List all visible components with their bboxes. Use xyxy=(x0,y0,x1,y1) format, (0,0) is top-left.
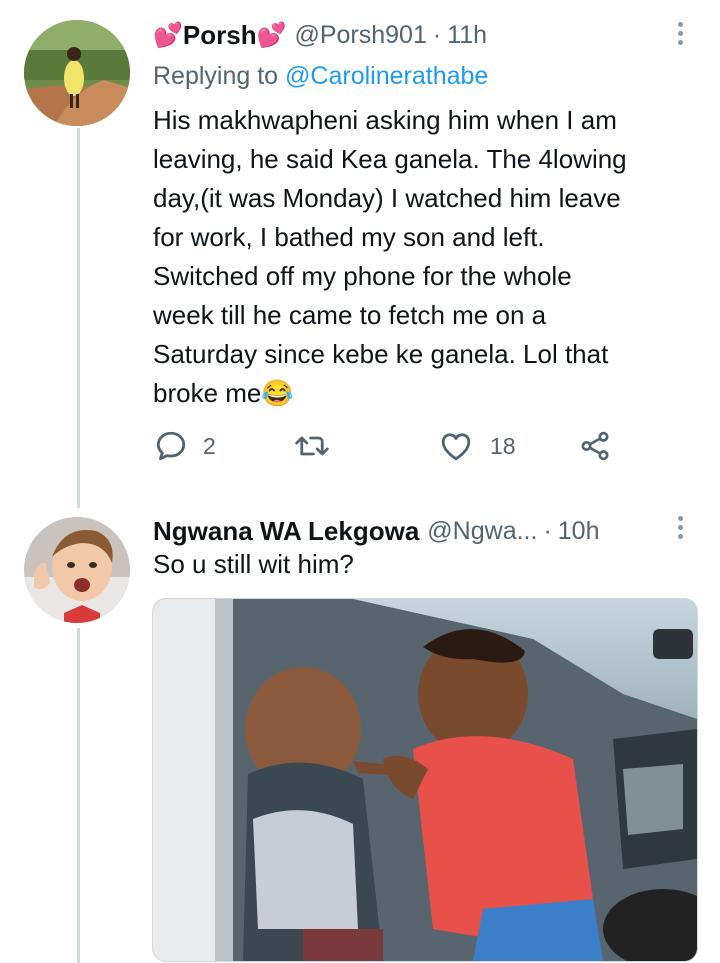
replying-to-link[interactable]: @Carolinerathabe xyxy=(285,62,488,90)
time-separator-2: · xyxy=(543,516,552,545)
avatar-image-2 xyxy=(24,517,130,623)
photo-image xyxy=(153,599,697,961)
share-button[interactable] xyxy=(578,428,612,464)
avatar-ngwana[interactable] xyxy=(24,517,130,623)
user-handle-2[interactable]: @Ngwa... xyxy=(427,517,537,546)
retweet-button[interactable] xyxy=(293,428,331,464)
tweet-body: His makhwapheni asking him when I am lea… xyxy=(153,105,627,408)
display-name[interactable]: Porsh xyxy=(183,20,257,51)
share-icon xyxy=(581,431,609,461)
avatar-porsh[interactable] xyxy=(24,20,130,126)
user-handle[interactable]: @Porsh901 xyxy=(294,21,426,50)
more-options-icon-2[interactable] xyxy=(675,516,685,539)
heart-icon xyxy=(441,433,471,461)
replying-to: Replying to @Carolinerathabe xyxy=(153,62,488,91)
action-bar: 2 18 xyxy=(153,428,623,474)
reply-count: 2 xyxy=(203,432,216,459)
display-name-2[interactable]: Ngwana WA Lekgowa xyxy=(153,516,419,547)
reply-bubble-icon xyxy=(156,431,186,461)
replying-prefix: Replying to xyxy=(153,62,286,90)
thread-connector-line xyxy=(77,128,80,508)
like-count: 18 xyxy=(490,432,516,459)
tweet1-header: 💕 Porsh 💕 @Porsh901 · 11h xyxy=(153,16,487,54)
reply-button[interactable]: 2 xyxy=(153,428,216,464)
tweet-body-2: So u still wit him? xyxy=(153,549,354,579)
more-options-icon[interactable] xyxy=(675,22,685,45)
heart-emoji-right: 💕 xyxy=(256,21,287,49)
timestamp[interactable]: 11h xyxy=(447,21,487,50)
tweet-media-photo[interactable] xyxy=(152,598,698,962)
like-button[interactable]: 18 xyxy=(438,428,516,464)
timestamp-2[interactable]: 10h xyxy=(558,517,600,546)
time-separator: · xyxy=(432,20,442,49)
thread-connector-line-2 xyxy=(77,628,80,963)
heart-emoji-left: 💕 xyxy=(153,21,183,49)
retweet-icon xyxy=(295,436,329,456)
avatar-image xyxy=(24,20,130,126)
